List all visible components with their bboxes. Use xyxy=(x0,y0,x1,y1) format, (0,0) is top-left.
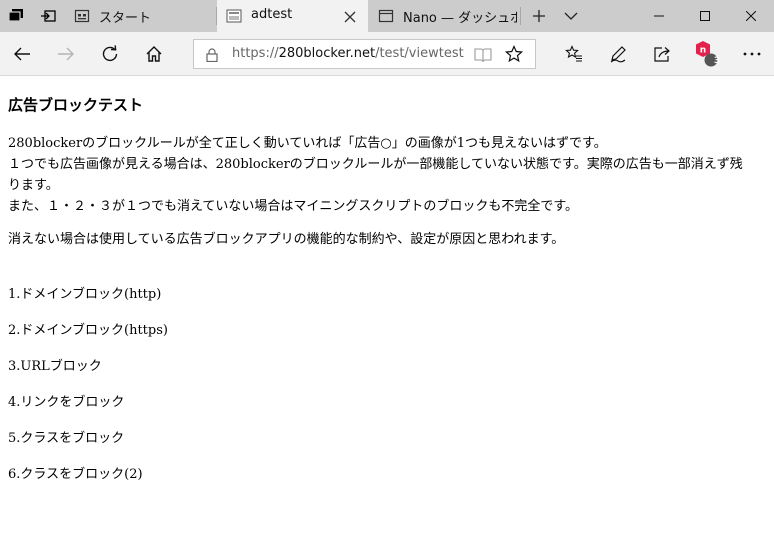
close-tab-icon[interactable] xyxy=(343,9,357,28)
list-item: 5.クラスをブロック xyxy=(8,431,125,446)
favorite-star-icon[interactable] xyxy=(504,45,524,67)
new-tab-page-icon xyxy=(74,8,90,28)
page-thumbnail-icon xyxy=(226,8,242,28)
tab-title: スタート xyxy=(99,11,152,26)
url-path: /test/viewtest.html xyxy=(375,46,464,61)
maximize-icon xyxy=(700,11,710,21)
tab-separator xyxy=(520,7,521,25)
nano-adblocker-extension-button[interactable]: n 3 xyxy=(688,36,724,72)
text-line: また、１・２・３が１つでも消えていない場合はマイニングスクリプトのブロックも不完… xyxy=(8,199,579,214)
tab-title: adtest xyxy=(251,7,293,22)
favorites-hub-button[interactable] xyxy=(556,36,592,72)
reading-view-icon[interactable] xyxy=(474,47,492,67)
list-item: 1.ドメインブロック(http) xyxy=(8,287,162,302)
text-line: 280blockerのブロックルールが全て正しく動いていれば「広告○」の画像が1… xyxy=(8,136,607,151)
maximize-button[interactable] xyxy=(682,0,728,32)
tab-adtest[interactable]: adtest xyxy=(217,0,368,32)
list-item: 2.ドメインブロック(https) xyxy=(8,323,168,338)
lock-icon[interactable] xyxy=(206,47,218,66)
plus-icon xyxy=(533,10,545,22)
add-notes-button[interactable] xyxy=(600,36,636,72)
favorites-list-icon xyxy=(565,45,582,62)
tab-title: Nano — ダッシュボー xyxy=(403,11,517,26)
home-icon xyxy=(146,46,162,62)
page-title: 広告ブロックテスト xyxy=(8,96,144,114)
text-line: ります。 xyxy=(8,178,59,193)
list-item: 4.リンクをブロック xyxy=(8,395,125,410)
home-button[interactable] xyxy=(134,36,174,72)
pen-icon xyxy=(610,46,626,63)
web-page-content: 広告ブロックテスト 280blockerのブロックルールが全て正しく動いていれば… xyxy=(0,77,774,560)
forward-button[interactable] xyxy=(46,36,86,72)
page-icon xyxy=(378,8,394,28)
url-text[interactable]: https://280blocker.net/test/viewtest.htm… xyxy=(232,46,464,64)
navigation-toolbar: https://280blocker.net/test/viewtest.htm… xyxy=(0,32,774,76)
tab-start[interactable]: スタート xyxy=(66,0,216,32)
list-item: 3.URLブロック xyxy=(8,359,102,374)
svg-text:n: n xyxy=(700,46,706,56)
list-item: 6.クラスをブロック(2) xyxy=(8,467,143,482)
more-dots-icon xyxy=(743,52,761,56)
address-bar[interactable]: https://280blocker.net/test/viewtest.htm… xyxy=(193,39,536,69)
share-icon xyxy=(654,47,670,62)
chevron-down-icon xyxy=(564,12,578,20)
settings-more-button[interactable] xyxy=(734,36,770,72)
tab-bar: スタート adtest Nano — ダッシュボー xyxy=(0,0,774,32)
url-scheme: https:// xyxy=(232,46,279,61)
minimize-button[interactable] xyxy=(636,0,682,32)
set-aside-icon xyxy=(41,10,56,22)
close-window-button[interactable] xyxy=(728,0,774,32)
new-tab-button[interactable] xyxy=(522,0,556,32)
forward-arrow-icon xyxy=(58,47,74,61)
intro-paragraph: 280blockerのブロックルールが全て正しく動いていれば「広告○」の画像が1… xyxy=(8,133,768,217)
tab-nano-dashboard[interactable]: Nano — ダッシュボー xyxy=(369,0,520,32)
tab-preview-toggle[interactable] xyxy=(556,0,586,32)
tabs-overview-button[interactable] xyxy=(0,0,32,32)
set-aside-tabs-button[interactable] xyxy=(32,0,64,32)
back-arrow-icon xyxy=(14,47,30,61)
note-paragraph: 消えない場合は使用している広告ブロックアプリの機能的な制約や、設定が原因と思われ… xyxy=(8,232,565,247)
refresh-icon xyxy=(102,45,118,62)
refresh-button[interactable] xyxy=(90,36,130,72)
minimize-icon xyxy=(654,15,664,17)
url-host: 280blocker.net xyxy=(278,46,376,61)
back-button[interactable] xyxy=(2,36,42,72)
share-button[interactable] xyxy=(644,36,680,72)
extension-badge-count: 3 xyxy=(713,56,721,66)
close-icon xyxy=(746,11,756,21)
tab-stack-icon xyxy=(8,9,23,22)
text-line: １つでも広告画像が見える場合は、280blockerのブロックルールが一部機能し… xyxy=(8,157,743,172)
